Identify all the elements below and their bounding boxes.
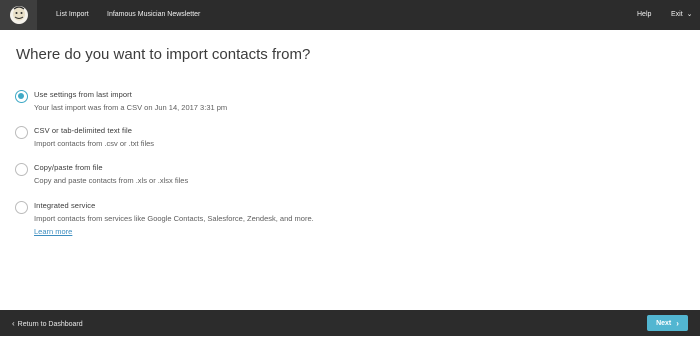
- exit-label: Exit: [671, 11, 683, 18]
- option-description: Import contacts from services like Googl…: [34, 214, 314, 223]
- nav-newsletter[interactable]: Infamous Musician Newsletter: [107, 0, 200, 30]
- chevron-right-icon: ›: [676, 318, 679, 328]
- option-label: Use settings from last import: [34, 90, 132, 99]
- option-label: Copy/paste from file: [34, 163, 103, 172]
- next-button-label: Next: [656, 319, 672, 327]
- option-description: Import contacts from .csv or .txt files: [34, 139, 155, 148]
- radio-button[interactable]: [15, 163, 28, 176]
- option-label: Integrated service: [34, 201, 96, 210]
- radio-button[interactable]: [15, 201, 28, 214]
- mailchimp-logo-icon: [9, 6, 28, 24]
- radio-button-selected[interactable]: [15, 90, 28, 103]
- exit-menu[interactable]: Exit ⌄: [671, 0, 693, 30]
- nav-list-import[interactable]: List Import: [56, 0, 89, 30]
- logo-button[interactable]: [0, 0, 37, 30]
- help-link[interactable]: Help: [637, 0, 651, 30]
- top-navigation-bar: List Import Infamous Musician Newsletter…: [0, 0, 700, 30]
- radio-button[interactable]: [15, 126, 28, 139]
- chevron-left-icon: ‹: [12, 319, 15, 328]
- return-to-dashboard-link[interactable]: ‹ Return to Dashboard: [12, 310, 83, 336]
- option-label: CSV or tab-delimited text file: [34, 126, 133, 135]
- option-description: Your last import was from a CSV on Jun 1…: [34, 103, 228, 112]
- learn-more-link[interactable]: Learn more: [34, 227, 72, 236]
- bottom-action-bar: ‹ Return to Dashboard Next ›: [0, 310, 700, 336]
- chevron-down-icon: ⌄: [686, 11, 693, 18]
- return-to-dashboard-label: Return to Dashboard: [17, 321, 83, 328]
- page-title: Where do you want to import contacts fro…: [16, 46, 311, 63]
- next-button[interactable]: Next ›: [647, 315, 688, 331]
- option-description: Copy and paste contacts from .xls or .xl…: [34, 176, 189, 185]
